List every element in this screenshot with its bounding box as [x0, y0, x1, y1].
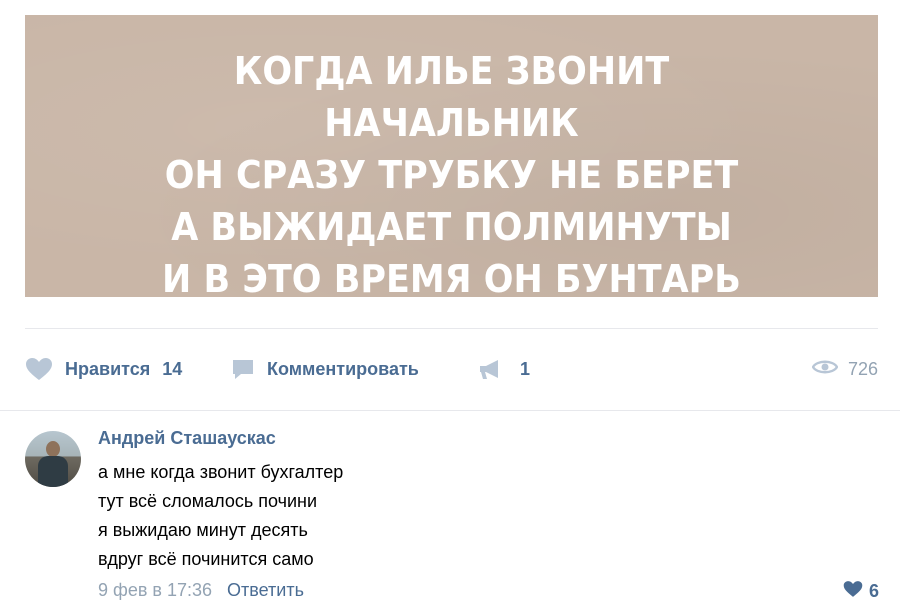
like-label: Нравится: [65, 358, 151, 379]
comment-like-count: 6: [868, 581, 879, 601]
divider: [0, 410, 900, 411]
megaphone-icon: [478, 357, 504, 381]
comment-text-line: а мне когда звонит бухгалтер: [98, 462, 344, 482]
comment-text-line: вдруг всё починится само: [98, 549, 314, 569]
caption-line: А ВЫЖИДАЕТ ПОЛМИНУТЫ: [171, 205, 732, 249]
comment-author-link[interactable]: Андрей Сташаускас: [98, 428, 276, 449]
caption-line: И В ЭТО ВРЕМЯ ОН БУНТАРЬ: [162, 257, 741, 301]
comment-date[interactable]: 9 фев в 17:36: [98, 580, 212, 600]
avatar-body-shape: [38, 456, 68, 487]
like-count: 14: [162, 358, 183, 379]
caption-line: НАЧАЛЬНИК: [324, 101, 579, 145]
avatar-head-shape: [46, 441, 60, 457]
post-image[interactable]: КОГДА ИЛЬЕ ЗВОНИТ НАЧАЛЬНИК ОН СРАЗУ ТРУ…: [25, 15, 878, 301]
comment-like-button[interactable]: 6: [843, 580, 879, 603]
eye-icon: [811, 358, 839, 381]
like-button[interactable]: Нравится 14: [25, 352, 182, 386]
comment-meta: 9 фев в 17:36 Ответить: [98, 580, 304, 601]
heart-icon: [25, 357, 53, 381]
comment-button[interactable]: Комментировать: [231, 352, 419, 386]
share-count: 1: [520, 358, 531, 379]
caption-line: ОН СРАЗУ ТРУБКУ НЕ БЕРЕТ: [164, 153, 739, 197]
avatar[interactable]: [25, 431, 81, 487]
caption-line: КОГДА ИЛЬЕ ЗВОНИТ: [233, 49, 670, 93]
heart-icon: [843, 580, 863, 603]
comment-text-line: тут всё сломалось почини: [98, 491, 318, 511]
post-image-caption: КОГДА ИЛЬЕ ЗВОНИТ НАЧАЛЬНИК ОН СРАЗУ ТРУ…: [25, 45, 878, 305]
reply-link[interactable]: Ответить: [227, 580, 304, 600]
views-count: 726: [847, 358, 878, 379]
divider: [25, 328, 878, 329]
comment-text-line: я выжидаю минут десять: [98, 520, 308, 540]
views-counter: 726: [811, 352, 878, 386]
comment-text: а мне когда звонит бухгалтер тут всё сло…: [98, 458, 343, 574]
share-button[interactable]: 1: [478, 352, 530, 386]
comment-label: Комментировать: [267, 358, 419, 379]
post-actions-bar: Нравится 14 Комментировать 1 726: [25, 352, 878, 386]
comment-bubble-icon: [231, 357, 255, 381]
